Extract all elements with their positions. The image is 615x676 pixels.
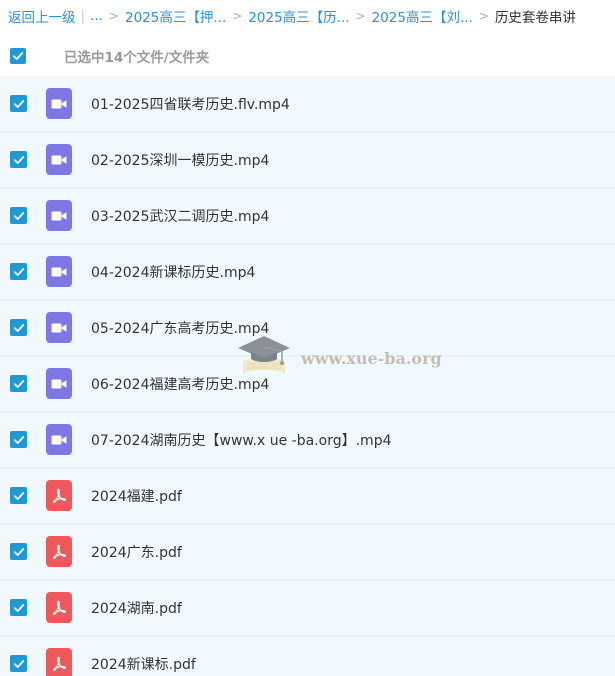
video-file-icon [46, 312, 72, 343]
file-checkbox[interactable] [10, 207, 27, 224]
breadcrumb-separator: > [232, 8, 243, 23]
checkmark-icon [13, 211, 24, 220]
pdf-file-icon [46, 592, 72, 623]
pdf-file-icon [46, 648, 72, 676]
file-name[interactable]: 02-2025深圳一模历史.mp4 [91, 150, 269, 170]
checkmark-icon [13, 603, 24, 612]
file-checkbox[interactable] [10, 375, 27, 392]
file-checkbox[interactable] [10, 655, 27, 672]
file-checkbox[interactable] [10, 151, 27, 168]
file-list: 01-2025四省联考历史.flv.mp4 02-2025深圳一模历史.mp4 03… [0, 76, 615, 676]
breadcrumb-item-2[interactable]: 2025高三【历... [248, 6, 349, 26]
pdf-icon [52, 544, 67, 559]
video-camera-icon [51, 379, 67, 388]
breadcrumb-separator: > [108, 8, 119, 23]
checkmark-icon [13, 547, 24, 556]
pdf-file-icon [46, 480, 72, 511]
pdf-icon [52, 488, 67, 503]
video-camera-icon [51, 155, 67, 164]
file-name[interactable]: 2024广东.pdf [91, 542, 182, 562]
checkmark-icon [13, 155, 24, 164]
breadcrumb-divider: | [80, 7, 86, 24]
file-checkbox[interactable] [10, 95, 27, 112]
back-link[interactable]: 返回上一级 [8, 6, 76, 26]
pdf-file-icon [46, 536, 72, 567]
file-name[interactable]: 04-2024新课标历史.mp4 [91, 262, 255, 282]
file-row[interactable]: 2024福建.pdf [0, 468, 615, 524]
breadcrumb-separator: > [355, 8, 366, 23]
file-row[interactable]: 05-2024广东高考历史.mp4 [0, 300, 615, 356]
checkmark-icon [13, 659, 24, 668]
video-file-icon [46, 424, 72, 455]
breadcrumb-separator: > [478, 8, 489, 23]
checkmark-icon [13, 379, 24, 388]
video-file-icon [46, 88, 72, 119]
breadcrumb-item-3[interactable]: 2025高三【刘... [372, 6, 473, 26]
checkmark-icon [13, 99, 24, 108]
video-camera-icon [51, 435, 67, 444]
file-row[interactable]: 03-2025武汉二调历史.mp4 [0, 188, 615, 244]
selection-count: 已选中14个文件/文件夹 [64, 50, 210, 66]
file-name[interactable]: 2024福建.pdf [91, 486, 182, 506]
file-name[interactable]: 05-2024广东高考历史.mp4 [91, 318, 269, 338]
file-row[interactable]: 2024湖南.pdf [0, 580, 615, 636]
checkmark-icon [12, 52, 24, 60]
file-name[interactable]: 01-2025四省联考历史.flv.mp4 [91, 94, 290, 114]
breadcrumb-current: 历史套卷串讲 [494, 9, 576, 26]
pdf-icon [52, 600, 67, 615]
file-row[interactable]: 02-2025深圳一模历史.mp4 [0, 132, 615, 188]
file-name[interactable]: 2024新课标.pdf [91, 654, 196, 674]
file-checkbox[interactable] [10, 263, 27, 280]
video-camera-icon [51, 323, 67, 332]
file-name[interactable]: 2024湖南.pdf [91, 598, 182, 618]
file-name[interactable]: 07-2024湖南历史【www.x ue -ba.org】.mp4 [91, 430, 392, 450]
video-file-icon [46, 200, 72, 231]
video-camera-icon [51, 267, 67, 276]
breadcrumb: 返回上一级 | ... > 2025高三【押... > 2025高三【历... … [0, 0, 615, 31]
file-row[interactable]: 06-2024福建高考历史.mp4 [0, 356, 615, 412]
file-row[interactable]: 2024新课标.pdf [0, 636, 615, 676]
file-row[interactable]: 07-2024湖南历史【www.x ue -ba.org】.mp4 [0, 412, 615, 468]
file-row[interactable]: 04-2024新课标历史.mp4 [0, 244, 615, 300]
file-checkbox[interactable] [10, 431, 27, 448]
file-row[interactable]: 01-2025四省联考历史.flv.mp4 [0, 76, 615, 132]
video-camera-icon [51, 99, 67, 108]
file-checkbox[interactable] [10, 543, 27, 560]
file-checkbox[interactable] [10, 599, 27, 616]
breadcrumb-item-1[interactable]: 2025高三【押... [125, 6, 226, 26]
file-row[interactable]: 2024广东.pdf [0, 524, 615, 580]
select-all-checkbox[interactable] [10, 48, 26, 64]
file-checkbox[interactable] [10, 319, 27, 336]
file-name[interactable]: 06-2024福建高考历史.mp4 [91, 374, 269, 394]
video-file-icon [46, 368, 72, 399]
file-checkbox[interactable] [10, 487, 27, 504]
select-all-bar: 已选中14个文件/文件夹 [0, 36, 615, 76]
checkmark-icon [13, 267, 24, 276]
checkmark-icon [13, 435, 24, 444]
video-camera-icon [51, 211, 67, 220]
breadcrumb-ellipsis[interactable]: ... [90, 8, 103, 24]
video-file-icon [46, 256, 72, 287]
file-name[interactable]: 03-2025武汉二调历史.mp4 [91, 206, 269, 226]
checkmark-icon [13, 323, 24, 332]
pdf-icon [52, 656, 67, 671]
checkmark-icon [13, 491, 24, 500]
video-file-icon [46, 144, 72, 175]
file-browser: 返回上一级 | ... > 2025高三【押... > 2025高三【历... … [0, 0, 615, 676]
